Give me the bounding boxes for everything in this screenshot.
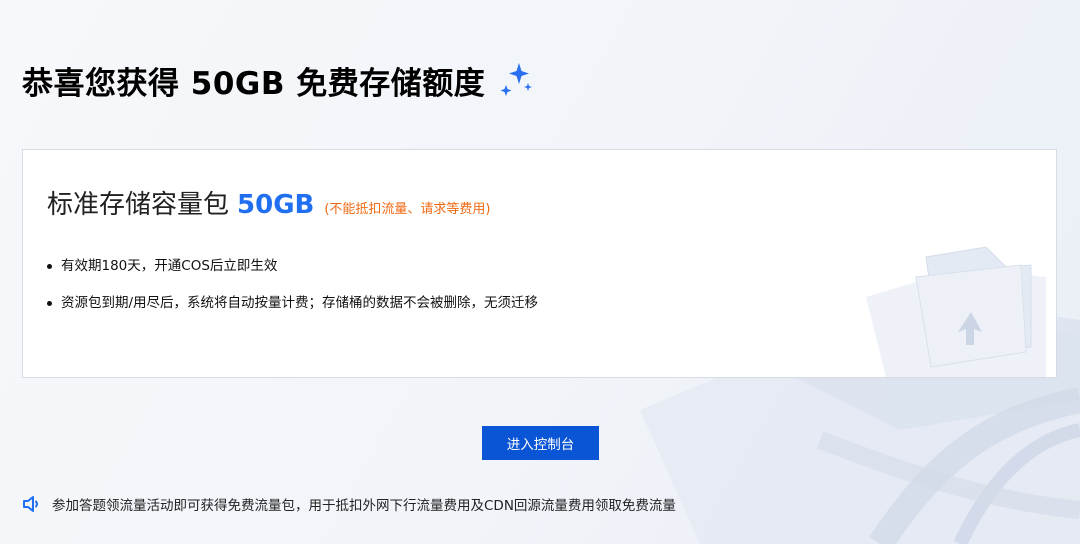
notice-text: 参加答题领流量活动即可获得免费流量包，用于抵扣外网下行流量费用及CDN回源流量费…	[52, 498, 676, 514]
title-row: 恭喜您获得 50GB 免费存储额度	[22, 58, 537, 103]
package-note: (不能抵扣流量、请求等费用)	[324, 202, 491, 217]
package-amount: 50GB	[237, 190, 315, 220]
folder-illustration	[866, 246, 1046, 377]
card-header: 标准存储容量包 50GB (不能抵扣流量、请求等费用)	[47, 184, 491, 221]
feature-item-validity: 有效期180天，开通COS后立即生效	[47, 256, 538, 276]
feature-item-billing: 资源包到期/用尽后，系统将自动按量计费；存储桶的数据不会被删除，无须迁移	[47, 293, 538, 313]
package-name: 标准存储容量包	[47, 190, 230, 220]
page-title: 恭喜您获得 50GB 免费存储额度	[22, 66, 486, 102]
sparkle-icon	[500, 62, 533, 96]
feature-list: 有效期180天，开通COS后立即生效 资源包到期/用尽后，系统将自动按量计费；存…	[47, 256, 538, 330]
storage-package-card: 标准存储容量包 50GB (不能抵扣流量、请求等费用) 有效期180天，开通CO…	[22, 149, 1057, 378]
enter-console-button[interactable]: 进入控制台	[482, 426, 599, 460]
notice-bar: 参加答题领流量活动即可获得免费流量包，用于抵扣外网下行流量费用及CDN回源流量费…	[22, 494, 676, 514]
speaker-icon	[23, 496, 38, 512]
